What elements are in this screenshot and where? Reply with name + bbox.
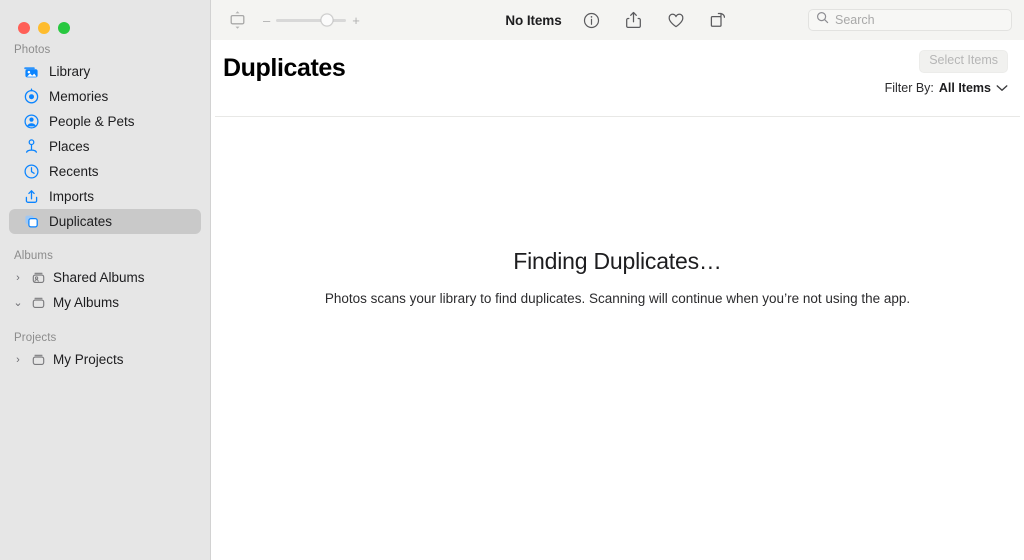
empty-state-title: Finding Duplicates…: [513, 248, 722, 274]
sidebar-item-shared-albums[interactable]: › Shared Albums: [9, 265, 201, 290]
photos-library-icon: [23, 63, 40, 80]
content-area: Duplicates Select Items Filter By: All I…: [211, 40, 1024, 560]
chevron-right-icon[interactable]: ›: [12, 272, 24, 284]
maximize-window-button[interactable]: [58, 22, 70, 34]
sidebar-item-label: My Projects: [53, 351, 124, 367]
chevron-right-icon[interactable]: ›: [12, 354, 24, 366]
rotate-icon[interactable]: [706, 9, 730, 31]
main-pane: – + No Items Search Duplicates Select It…: [211, 0, 1024, 560]
sidebar-section-title-projects: Projects: [14, 332, 57, 344]
view-options-icon[interactable]: [225, 9, 249, 31]
zoom-out-label[interactable]: –: [263, 14, 270, 27]
sidebar-item-my-projects[interactable]: › My Projects: [9, 347, 201, 372]
sidebar-item-places[interactable]: Places: [9, 134, 201, 159]
sidebar-item-memories[interactable]: Memories: [9, 84, 201, 109]
sidebar-section-projects: Projects › My Projects: [0, 332, 210, 372]
status-label: No Items: [505, 12, 562, 28]
project-folder-icon: [30, 351, 47, 368]
toolbar: – + No Items Search: [211, 0, 1024, 40]
window-controls: [0, 0, 210, 40]
sidebar-item-label: My Albums: [53, 294, 120, 310]
zoom-in-label[interactable]: +: [352, 14, 360, 27]
sidebar-item-label: Duplicates: [49, 213, 113, 229]
places-pin-icon: [23, 138, 40, 155]
search-icon: [816, 11, 829, 29]
close-window-button[interactable]: [18, 22, 30, 34]
empty-state-subtitle: Photos scans your library to find duplic…: [324, 291, 911, 306]
sidebar-item-label: Recents: [49, 163, 99, 179]
sidebar-item-imports[interactable]: Imports: [9, 184, 201, 209]
album-folder-icon: [30, 294, 47, 311]
favorite-heart-icon[interactable]: [664, 9, 688, 31]
shared-album-folder-icon: [30, 269, 47, 286]
sidebar-item-label: People & Pets: [49, 113, 135, 129]
minimize-window-button[interactable]: [38, 22, 50, 34]
toolbar-right-group: Search: [808, 9, 1012, 31]
sidebar-item-library[interactable]: Library: [9, 59, 201, 84]
sidebar-item-duplicates[interactable]: Duplicates: [9, 209, 201, 234]
people-pets-icon: [23, 113, 40, 130]
imports-icon: [23, 188, 40, 205]
chevron-down-icon[interactable]: ⌄: [12, 296, 24, 309]
share-icon[interactable]: [622, 9, 646, 31]
sidebar-section-albums: Albums › Shared Albums ⌄ My Albums: [0, 250, 210, 315]
sidebar-section-photos: Photos Library Memories People & Pets Pl…: [0, 44, 210, 234]
photos-app-window: Photos Library Memories People & Pets Pl…: [0, 0, 1024, 560]
zoom-slider[interactable]: – +: [263, 13, 360, 27]
search-placeholder: Search: [835, 13, 875, 27]
sidebar-section-title-albums: Albums: [14, 250, 53, 262]
info-icon[interactable]: [580, 9, 604, 31]
sidebar-item-label: Places: [49, 138, 90, 154]
toolbar-left-group: – +: [225, 9, 360, 31]
empty-state: Finding Duplicates… Photos scans your li…: [211, 40, 1024, 560]
duplicates-icon: [23, 213, 40, 230]
sidebar-item-label: Imports: [49, 188, 95, 204]
sidebar-item-people-and-pets[interactable]: People & Pets: [9, 109, 201, 134]
search-field[interactable]: Search: [808, 9, 1012, 31]
sidebar-section-title-photos: Photos: [14, 44, 51, 56]
sidebar-item-label: Memories: [49, 88, 109, 104]
sidebar-item-label: Library: [49, 63, 91, 79]
sidebar-item-label: Shared Albums: [53, 269, 145, 285]
recents-clock-icon: [23, 163, 40, 180]
sidebar-item-my-albums[interactable]: ⌄ My Albums: [9, 290, 201, 315]
zoom-slider-knob[interactable]: [320, 13, 334, 27]
memories-icon: [23, 88, 40, 105]
sidebar: Photos Library Memories People & Pets Pl…: [0, 0, 211, 560]
sidebar-item-recents[interactable]: Recents: [9, 159, 201, 184]
zoom-slider-track[interactable]: [276, 13, 347, 27]
